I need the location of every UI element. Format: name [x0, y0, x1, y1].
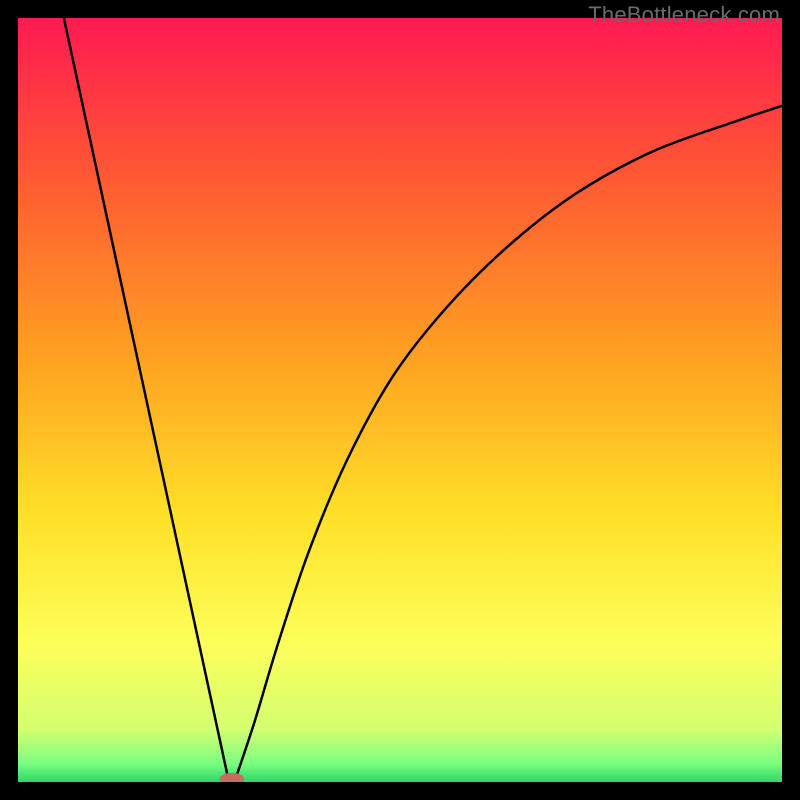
gradient-background	[18, 18, 782, 782]
watermark-text: TheBottleneck.com	[588, 2, 780, 28]
chart-svg	[18, 18, 782, 782]
chart-frame	[18, 18, 782, 782]
